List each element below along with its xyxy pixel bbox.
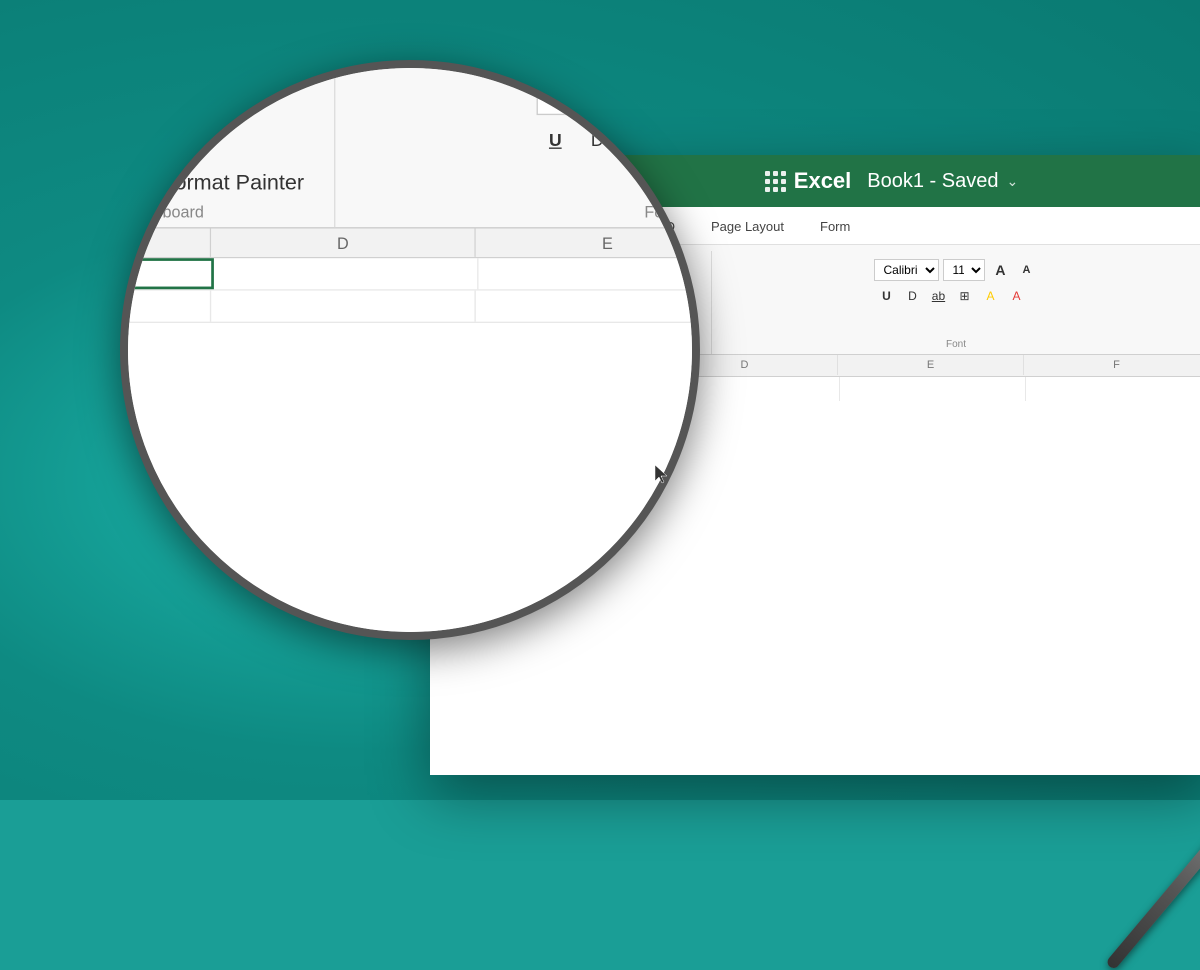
font-grow-button[interactable]: A — [989, 259, 1011, 281]
mag-font-group: Calibri 11 A A U D ab ⊞ — [335, 64, 700, 227]
mag-col-d: D — [211, 229, 476, 257]
font-row2: U D ab ⊞ A A — [874, 285, 1037, 307]
underline-button[interactable]: ab — [926, 285, 950, 307]
mag-font-label: Font — [644, 203, 676, 227]
mag-font-size-select[interactable]: 11 — [634, 80, 696, 115]
magnifier-lens: ⊟ ‹ › Excel Book1 - Saved ⌄ File Home In… — [120, 60, 700, 640]
mag-cut-label: Cut — [161, 85, 195, 109]
font-group-label: Font — [726, 339, 1186, 354]
font-group-content: Calibri 11 A A U D ab ⊞ A A — [874, 255, 1037, 339]
mag-subscript-button[interactable]: ab — [620, 122, 658, 157]
mag-row-2: 2 — [120, 291, 700, 323]
mag-format-painter-label: Format Painter — [161, 171, 304, 195]
mag-underline-button[interactable]: U — [536, 122, 574, 157]
mag-cell-d1[interactable] — [214, 258, 478, 289]
mag-ribbon: ↩ ↪ Undo — [120, 60, 700, 229]
italic-button[interactable]: D — [900, 285, 924, 307]
mag-col-c: C — [120, 229, 211, 257]
mag-row-1: 1 — [120, 258, 700, 290]
mag-font-controls: Calibri 11 A A U D ab ⊞ — [536, 72, 700, 157]
mag-clipboard-group: Paste ▾ ✂ Cut — [120, 64, 335, 227]
mag-col-e: E — [476, 229, 700, 257]
border-button[interactable]: ⊞ — [952, 285, 976, 307]
col-header-e: E — [838, 355, 1024, 375]
mag-copy-label: Copy — [161, 127, 211, 151]
mag-col-headers: C D E F — [120, 229, 700, 259]
mag-font-row2: U D ab ⊞ A A — [536, 122, 700, 157]
cell-e1[interactable] — [840, 377, 1026, 401]
mag-clipboard-label: Clipboard — [135, 203, 204, 227]
font-row1: Calibri 11 A A — [874, 259, 1037, 281]
font-size-select[interactable]: 11 — [943, 259, 985, 281]
cell-f1[interactable] — [1026, 377, 1200, 401]
tab-form[interactable]: Form — [802, 211, 868, 244]
mag-font-row1: Calibri 11 A A — [536, 80, 700, 115]
mag-cell-c1[interactable] — [120, 258, 214, 289]
tab-page-layout[interactable]: Page Layout — [693, 211, 802, 244]
font-group: Calibri 11 A A U D ab ⊞ A A — [712, 251, 1200, 354]
col-header-f: F — [1024, 355, 1200, 375]
font-controls: Calibri 11 A A U D ab ⊞ A A — [874, 259, 1037, 307]
title-chevron-icon[interactable]: ⌄ — [1006, 173, 1018, 190]
font-shrink-button[interactable]: A — [1015, 259, 1037, 281]
apps-icon[interactable] — [765, 171, 786, 192]
font-name-select[interactable]: Calibri — [874, 259, 939, 281]
mag-clipboard-inner: Paste ▾ ✂ Cut — [120, 64, 312, 203]
app-name: Excel — [794, 168, 852, 194]
font-color-button[interactable]: A — [1004, 285, 1028, 307]
mag-cell-e1[interactable] — [478, 258, 700, 289]
mag-font-inner: Calibri 11 A A U D ab ⊞ — [536, 64, 700, 203]
bold-button[interactable]: U — [874, 285, 898, 307]
doc-title: Book1 - Saved — [867, 170, 998, 193]
magnifier-content: ⊟ ‹ › Excel Book1 - Saved ⌄ File Home In… — [120, 60, 700, 640]
mag-clipboard-items: ✂ Cut Copy — [120, 72, 312, 203]
mag-cell-e2[interactable] — [476, 291, 700, 322]
mag-cut-button[interactable]: ✂ Cut — [120, 80, 312, 114]
mag-format-painter-button[interactable]: Format Painter — [120, 164, 312, 203]
mag-copy-button[interactable]: Copy — [120, 119, 312, 158]
mag-strikethrough-button[interactable]: D — [578, 122, 616, 157]
mag-font-name-select[interactable]: Calibri — [536, 80, 626, 115]
mag-cell-d2[interactable] — [211, 291, 476, 322]
fill-color-button[interactable]: A — [978, 285, 1002, 307]
mag-spreadsheet: C D E F 1 2 — [120, 229, 700, 324]
magnifier-handle — [1105, 810, 1200, 970]
mag-cell-c2[interactable] — [120, 291, 211, 322]
